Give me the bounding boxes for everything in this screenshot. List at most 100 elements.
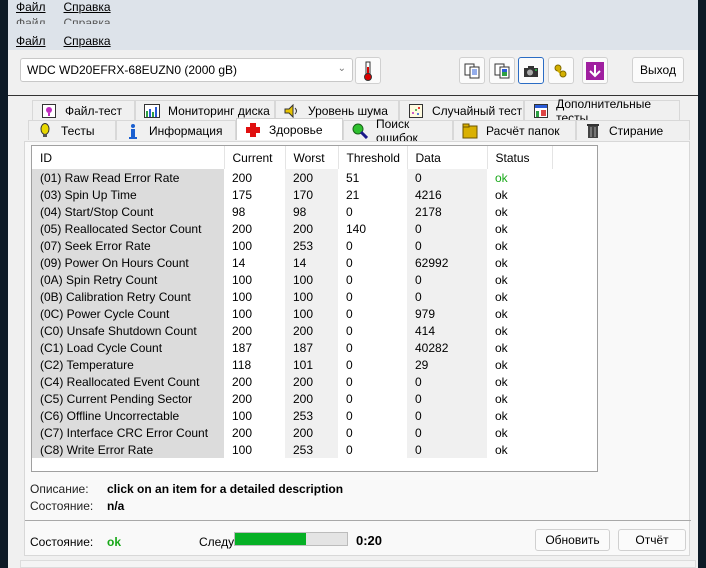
- worst-value: 253: [285, 441, 338, 458]
- tab-label: Файл-тест: [65, 103, 123, 118]
- thermometer-icon: [364, 61, 372, 81]
- camera-icon: [524, 65, 538, 77]
- column-header-worst[interactable]: Worst: [285, 146, 339, 169]
- table-row[interactable]: (09) Power On Hours Count 14 14 0 62992 ok: [32, 254, 552, 271]
- worst-value: 187: [285, 339, 338, 356]
- attribute-id: (04) Start/Stop Count: [32, 203, 224, 220]
- worst-value: 200: [285, 424, 338, 441]
- drive-select[interactable]: WDC WD20EFRX-68EUZN0 (2000 gB) ⌄: [20, 58, 353, 82]
- report-button[interactable]: Отчёт: [618, 529, 686, 551]
- column-header-threshold[interactable]: Threshold: [338, 146, 408, 169]
- tab-folder-size[interactable]: Расчёт папок: [453, 120, 576, 140]
- status-value: ok: [495, 221, 508, 236]
- refresh-button[interactable]: Обновить: [535, 529, 610, 551]
- menu-row-ghost: Файл Справка: [16, 16, 111, 24]
- tab-error-scan[interactable]: Поиск ошибок: [343, 117, 453, 145]
- menu-help[interactable]: Справка: [64, 34, 111, 50]
- tab-file-test[interactable]: Файл-тест: [32, 100, 135, 120]
- threshold-value: 51: [346, 170, 360, 185]
- next-check-progress: [234, 532, 348, 546]
- table-row[interactable]: (C5) Current Pending Sector 200 200 0 0 ok: [32, 390, 552, 407]
- keys-button[interactable]: [548, 57, 574, 84]
- column-header-id[interactable]: ID: [32, 146, 225, 169]
- tab-label: Тесты: [61, 123, 95, 138]
- current-value: 100: [232, 238, 253, 253]
- menu-file[interactable]: Файл: [16, 0, 46, 16]
- table-row[interactable]: (C2) Temperature 118 101 0 29 ok: [32, 356, 552, 373]
- threshold-value: 0: [346, 357, 353, 372]
- raw-data-value: 0: [407, 220, 487, 237]
- description-label: Описание:: [30, 482, 89, 496]
- column-header-status[interactable]: Status: [487, 146, 553, 169]
- table-row[interactable]: (C6) Offline Uncorrectable 100 253 0 0 ok: [32, 407, 552, 424]
- column-header-current[interactable]: Current: [224, 146, 286, 169]
- table-row[interactable]: (C4) Reallocated Event Count 200 200 0 0 ok: [32, 373, 552, 390]
- file-test-icon: [41, 103, 57, 119]
- menu-help[interactable]: Справка: [64, 0, 111, 16]
- copy-image-icon: [494, 63, 510, 78]
- status-value: ok: [495, 442, 508, 457]
- tab-wipe[interactable]: Стирание: [576, 120, 690, 140]
- table-row[interactable]: (C8) Write Error Rate 100 253 0 0 ok: [32, 441, 552, 458]
- raw-data-value: 979: [407, 305, 487, 322]
- attribute-state-value: n/a: [107, 499, 125, 513]
- tab-information[interactable]: Информация: [116, 120, 236, 140]
- table-row[interactable]: (C1) Load Cycle Count 187 187 0 40282 ok: [32, 339, 552, 356]
- status-value: ok: [495, 238, 508, 253]
- current-value: 100: [232, 272, 253, 287]
- current-value: 200: [232, 323, 253, 338]
- worst-value: 100: [285, 271, 338, 288]
- copy-text-button[interactable]: [459, 57, 485, 84]
- table-row[interactable]: (01) Raw Read Error Rate 200 200 51 0 ok: [32, 169, 552, 186]
- chevron-down-icon: ⌄: [337, 63, 346, 74]
- status-value: ok: [495, 289, 508, 304]
- progress-fill: [235, 533, 306, 545]
- threshold-value: 0: [346, 306, 353, 321]
- column-header-data[interactable]: Data: [407, 146, 488, 169]
- tab-disk-monitoring[interactable]: Мониторинг диска: [135, 100, 275, 120]
- worst-value: 200: [285, 220, 338, 237]
- table-header: ID Current Worst Threshold Data Status: [32, 146, 553, 169]
- table-row[interactable]: (03) Spin Up Time 175 170 21 4216 ok: [32, 186, 552, 203]
- status-value: ok: [495, 340, 508, 355]
- threshold-value: 0: [346, 442, 353, 457]
- exit-button[interactable]: Выход: [632, 57, 684, 83]
- tab-extra-tests[interactable]: Дополнительные тесты: [524, 97, 680, 125]
- table-row[interactable]: (04) Start/Stop Count 98 98 0 2178 ok: [32, 203, 552, 220]
- table-row[interactable]: (05) Reallocated Sector Count 200 200 140 0 o…: [32, 220, 552, 237]
- threshold-value: 0: [346, 204, 353, 219]
- drive-select-value: WDC WD20EFRX-68EUZN0 (2000 gB): [27, 63, 238, 77]
- tab-label: Стирание: [609, 123, 664, 138]
- menu-file[interactable]: Файл: [16, 34, 46, 50]
- current-value: 100: [232, 442, 253, 457]
- table-row[interactable]: (0C) Power Cycle Count 100 100 0 979 ok: [32, 305, 552, 322]
- attribute-id: (09) Power On Hours Count: [32, 254, 224, 271]
- status-value: ok: [495, 306, 508, 321]
- attribute-id: (C6) Offline Uncorrectable: [32, 407, 224, 424]
- current-value: 200: [232, 391, 253, 406]
- screenshot-button[interactable]: [518, 57, 544, 84]
- worst-value: 200: [285, 322, 338, 339]
- download-button[interactable]: [582, 57, 608, 84]
- table-row[interactable]: (0A) Spin Retry Count 100 100 0 0 ok: [32, 271, 552, 288]
- current-value: 14: [232, 255, 246, 270]
- worst-value: 100: [285, 305, 338, 322]
- threshold-value: 140: [346, 221, 367, 236]
- temperature-button[interactable]: [355, 57, 381, 84]
- table-row[interactable]: (C0) Unsafe Shutdown Count 200 200 0 414 ok: [32, 322, 552, 339]
- tab-health[interactable]: Здоровье: [236, 118, 343, 140]
- status-value: ok: [495, 357, 508, 372]
- status-bar: [20, 560, 696, 568]
- table-row[interactable]: (0B) Calibration Retry Count 100 100 0 0 ok: [32, 288, 552, 305]
- current-value: 100: [232, 306, 253, 321]
- copy-image-button[interactable]: [489, 57, 515, 84]
- info-icon: [125, 123, 141, 139]
- next-check-label: Следующая проверка: [199, 535, 235, 549]
- table-row[interactable]: (07) Seek Error Rate 100 253 0 0 ok: [32, 237, 552, 254]
- tab-tests[interactable]: Тесты: [28, 120, 116, 140]
- keys-icon: [554, 64, 567, 77]
- table-row[interactable]: (C7) Interface CRC Error Count 200 200 0 0 ok: [32, 424, 552, 441]
- smart-table[interactable]: ID Current Worst Threshold Data Status (…: [31, 145, 598, 472]
- worst-value: 100: [285, 288, 338, 305]
- current-value: 175: [232, 187, 253, 202]
